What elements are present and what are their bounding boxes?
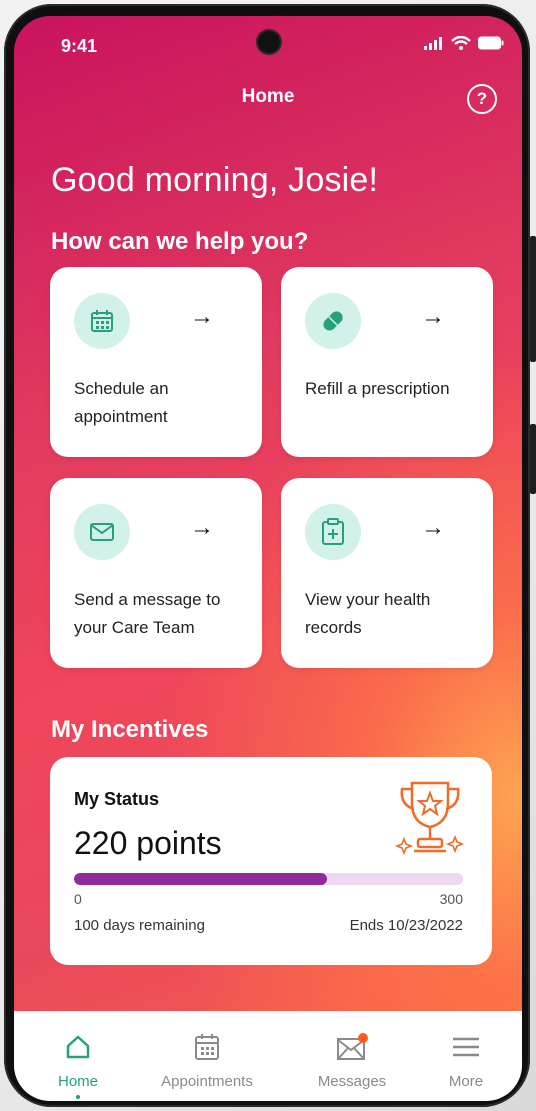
progress-max-label: 300 bbox=[439, 891, 463, 907]
arrow-right-icon: → bbox=[190, 514, 214, 541]
days-remaining: 100 days remaining bbox=[74, 917, 205, 934]
phone-frame: 9:41 Home ? Good morning, Josie! How can… bbox=[0, 0, 536, 1111]
greeting-text: Good morning, Josie! bbox=[51, 161, 379, 199]
home-icon bbox=[18, 1029, 138, 1065]
calendar-icon bbox=[147, 1029, 267, 1065]
bottom-navigation: Home Appointments Messages More bbox=[14, 1011, 522, 1101]
power-button bbox=[530, 424, 536, 494]
status-title: My Status bbox=[74, 789, 160, 809]
arrow-right-icon: → bbox=[421, 514, 445, 541]
card-label: Schedule an appointment bbox=[74, 379, 169, 426]
active-indicator bbox=[76, 1095, 80, 1099]
refill-prescription-card[interactable]: → Refill a prescription bbox=[281, 267, 493, 457]
status-bar: 9:41 bbox=[14, 16, 522, 76]
send-message-card[interactable]: → Send a message to your Care Team bbox=[50, 478, 262, 668]
menu-icon bbox=[406, 1029, 522, 1065]
points-progress-fill bbox=[74, 873, 327, 885]
card-label: Send a message to your Care Team bbox=[74, 590, 221, 637]
help-button[interactable]: ? bbox=[467, 84, 497, 114]
unread-badge bbox=[358, 1033, 368, 1043]
trophy-icon bbox=[394, 781, 465, 856]
envelope-icon bbox=[74, 504, 130, 560]
nav-label: Home bbox=[57, 1073, 98, 1090]
arrow-right-icon: → bbox=[190, 303, 214, 330]
nav-more[interactable]: More bbox=[406, 1029, 522, 1090]
signal-icon bbox=[424, 37, 442, 50]
nav-label: Messages bbox=[317, 1073, 387, 1090]
card-label: View your health records bbox=[305, 590, 431, 637]
wifi-icon bbox=[451, 36, 471, 50]
arrow-right-icon: → bbox=[421, 303, 445, 330]
points-progress-bar bbox=[74, 873, 463, 885]
points-value: 220 points bbox=[74, 825, 222, 861]
medical-clipboard-icon bbox=[305, 504, 361, 560]
nav-messages[interactable]: Messages bbox=[292, 1029, 412, 1090]
progress-min-label: 0 bbox=[74, 891, 82, 907]
nav-label: More bbox=[448, 1073, 484, 1090]
calendar-icon bbox=[74, 293, 130, 349]
front-camera bbox=[258, 31, 280, 53]
end-date: Ends 10/23/2022 bbox=[349, 917, 463, 934]
nav-label: Appointments bbox=[161, 1073, 253, 1090]
nav-home[interactable]: Home bbox=[18, 1029, 138, 1099]
mail-icon bbox=[292, 1029, 412, 1065]
incentives-heading: My Incentives bbox=[51, 716, 209, 743]
battery-icon bbox=[478, 36, 504, 50]
nav-appointments[interactable]: Appointments bbox=[147, 1029, 267, 1090]
page-title: Home bbox=[241, 86, 295, 107]
card-label: Refill a prescription bbox=[305, 379, 450, 398]
schedule-appointment-card[interactable]: → Schedule an appointment bbox=[50, 267, 262, 457]
pill-icon bbox=[305, 293, 361, 349]
health-records-card[interactable]: → View your health records bbox=[281, 478, 493, 668]
status-time: 9:41 bbox=[61, 36, 98, 56]
app-screen: 9:41 Home ? Good morning, Josie! How can… bbox=[14, 16, 522, 1101]
status-card[interactable]: My Status 220 points 0 300 100 days rema… bbox=[50, 757, 492, 965]
system-icons bbox=[424, 36, 504, 50]
volume-button bbox=[530, 236, 536, 362]
help-heading: How can we help you? bbox=[51, 228, 309, 255]
